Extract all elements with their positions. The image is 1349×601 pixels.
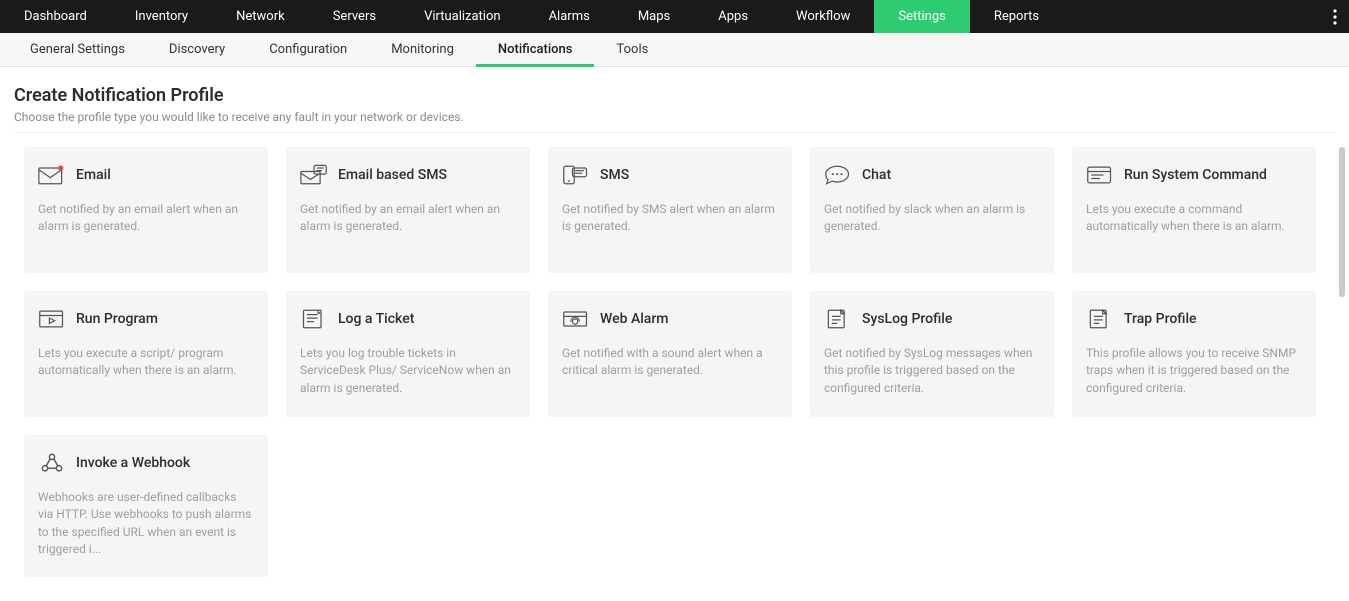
card-title: Trap Profile — [1124, 311, 1197, 327]
syslog-icon — [824, 307, 852, 331]
card-title: SMS — [600, 167, 629, 183]
card-email-sms[interactable]: Email based SMS Get notified by an email… — [286, 147, 530, 273]
nav-label: Settings — [898, 9, 945, 24]
card-title: Run Program — [76, 311, 158, 327]
subnav-monitoring[interactable]: Monitoring — [369, 33, 476, 66]
program-icon — [38, 307, 66, 331]
secondary-nav: General Settings Discovery Configuration… — [0, 33, 1349, 67]
nav-alarms[interactable]: Alarms — [525, 0, 614, 33]
nav-inventory[interactable]: Inventory — [111, 0, 212, 33]
subnav-label: General Settings — [30, 42, 125, 57]
nav-label: Apps — [718, 9, 748, 24]
profile-card-grid: Email Get notified by an email alert whe… — [14, 147, 1335, 577]
chat-icon — [824, 163, 852, 187]
web-alarm-icon — [562, 307, 590, 331]
scroll-area: Email Get notified by an email alert whe… — [14, 147, 1335, 577]
scrollbar-thumb[interactable] — [1339, 147, 1345, 297]
subnav-tools[interactable]: Tools — [594, 33, 670, 66]
card-webhook[interactable]: Invoke a Webhook Webhooks are user-defin… — [24, 435, 268, 577]
card-chat[interactable]: Chat Get notified by slack when an alarm… — [810, 147, 1054, 273]
nav-dashboard[interactable]: Dashboard — [0, 0, 111, 33]
command-icon — [1086, 163, 1114, 187]
page-subtitle: Choose the profile type you would like t… — [14, 110, 1335, 124]
card-title: Email based SMS — [338, 167, 447, 183]
card-title: Web Alarm — [600, 311, 669, 327]
card-trap[interactable]: Trap Profile This profile allows you to … — [1072, 291, 1316, 417]
sms-icon — [562, 163, 590, 187]
card-desc: Lets you execute a command automatically… — [1086, 201, 1302, 236]
subnav-label: Tools — [616, 42, 648, 57]
card-web-alarm[interactable]: Web Alarm Get notified with a sound aler… — [548, 291, 792, 417]
nav-apps[interactable]: Apps — [694, 0, 772, 33]
nav-reports[interactable]: Reports — [970, 0, 1063, 33]
scrollbar-track[interactable] — [1339, 147, 1345, 577]
nav-network[interactable]: Network — [212, 0, 309, 33]
card-desc: Get notified by slack when an alarm is g… — [824, 201, 1040, 236]
card-desc: Lets you execute a script/ program autom… — [38, 345, 254, 380]
subnav-general-settings[interactable]: General Settings — [8, 33, 147, 66]
nav-label: Dashboard — [24, 9, 87, 24]
nav-label: Workflow — [796, 9, 850, 24]
card-title: Run System Command — [1124, 167, 1267, 183]
subnav-label: Notifications — [498, 42, 573, 57]
card-desc: Lets you log trouble tickets in ServiceD… — [300, 345, 516, 397]
webhook-icon — [38, 451, 66, 475]
card-desc: Webhooks are user-defined callbacks via … — [38, 489, 254, 559]
page-title: Create Notification Profile — [14, 85, 1335, 106]
nav-maps[interactable]: Maps — [614, 0, 694, 33]
trap-icon — [1086, 307, 1114, 331]
divider — [14, 132, 1335, 133]
primary-nav: Dashboard Inventory Network Servers Virt… — [0, 0, 1349, 33]
nav-label: Alarms — [549, 9, 590, 24]
card-desc: This profile allows you to receive SNMP … — [1086, 345, 1302, 397]
subnav-label: Discovery — [169, 42, 225, 57]
card-run-command[interactable]: Run System Command Lets you execute a co… — [1072, 147, 1316, 273]
nav-label: Reports — [994, 9, 1039, 24]
card-title: Log a Ticket — [338, 311, 414, 327]
subnav-notifications[interactable]: Notifications — [476, 33, 595, 66]
card-sms[interactable]: SMS Get notified by SMS alert when an al… — [548, 147, 792, 273]
email-icon — [38, 163, 66, 187]
nav-label: Inventory — [135, 9, 188, 24]
card-desc: Get notified by SMS alert when an alarm … — [562, 201, 778, 236]
card-syslog[interactable]: SysLog Profile Get notified by SysLog me… — [810, 291, 1054, 417]
card-log-ticket[interactable]: Log a Ticket Lets you log trouble ticket… — [286, 291, 530, 417]
subnav-label: Monitoring — [391, 42, 454, 57]
card-title: Chat — [862, 167, 891, 183]
subnav-discovery[interactable]: Discovery — [147, 33, 247, 66]
card-email[interactable]: Email Get notified by an email alert whe… — [24, 147, 268, 273]
card-title: Email — [76, 167, 111, 183]
nav-servers[interactable]: Servers — [309, 0, 400, 33]
subnav-configuration[interactable]: Configuration — [247, 33, 369, 66]
card-run-program[interactable]: Run Program Lets you execute a script/ p… — [24, 291, 268, 417]
nav-virtualization[interactable]: Virtualization — [400, 0, 525, 33]
nav-label: Maps — [638, 9, 670, 24]
card-desc: Get notified by an email alert when an a… — [300, 201, 516, 236]
email-sms-icon — [300, 163, 328, 187]
nav-settings[interactable]: Settings — [874, 0, 969, 33]
card-title: SysLog Profile — [862, 311, 952, 327]
page-content: Create Notification Profile Choose the p… — [0, 67, 1349, 601]
card-desc: Get notified by an email alert when an a… — [38, 201, 254, 236]
nav-label: Virtualization — [424, 9, 501, 24]
nav-label: Servers — [333, 9, 376, 24]
nav-workflow[interactable]: Workflow — [772, 0, 874, 33]
ticket-icon — [300, 307, 328, 331]
more-menu-icon[interactable] — [1333, 0, 1337, 33]
nav-label: Network — [236, 9, 285, 24]
card-desc: Get notified by SysLog messages when thi… — [824, 345, 1040, 397]
card-desc: Get notified with a sound alert when a c… — [562, 345, 778, 380]
card-title: Invoke a Webhook — [76, 455, 190, 471]
subnav-label: Configuration — [269, 42, 347, 57]
